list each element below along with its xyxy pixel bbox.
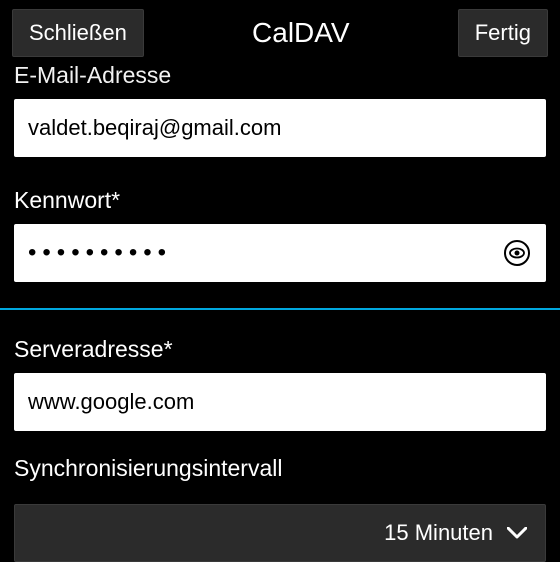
password-wrapper: •••••••••• [14, 224, 546, 282]
sync-interval-dropdown[interactable]: 15 Minuten [14, 504, 546, 562]
close-button[interactable]: Schließen [12, 9, 144, 57]
password-field[interactable]: •••••••••• [14, 224, 546, 282]
page-title: CalDAV [252, 17, 350, 49]
sync-interval-value: 15 Minuten [384, 520, 493, 546]
form-content: E-Mail-Adresse Kennwort* •••••••••• Serv… [0, 62, 560, 562]
server-field[interactable] [14, 373, 546, 431]
chevron-down-icon [507, 526, 527, 540]
sync-interval-label: Synchronisierungsintervall [14, 455, 546, 482]
password-label: Kennwort* [14, 187, 546, 214]
show-password-icon[interactable] [502, 238, 532, 268]
section-divider [0, 308, 560, 310]
done-button[interactable]: Fertig [458, 9, 548, 57]
email-field[interactable] [14, 99, 546, 157]
email-label: E-Mail-Adresse [14, 62, 546, 89]
server-label: Serveradresse* [14, 336, 546, 363]
header-bar: Schließen CalDAV Fertig [0, 0, 560, 66]
